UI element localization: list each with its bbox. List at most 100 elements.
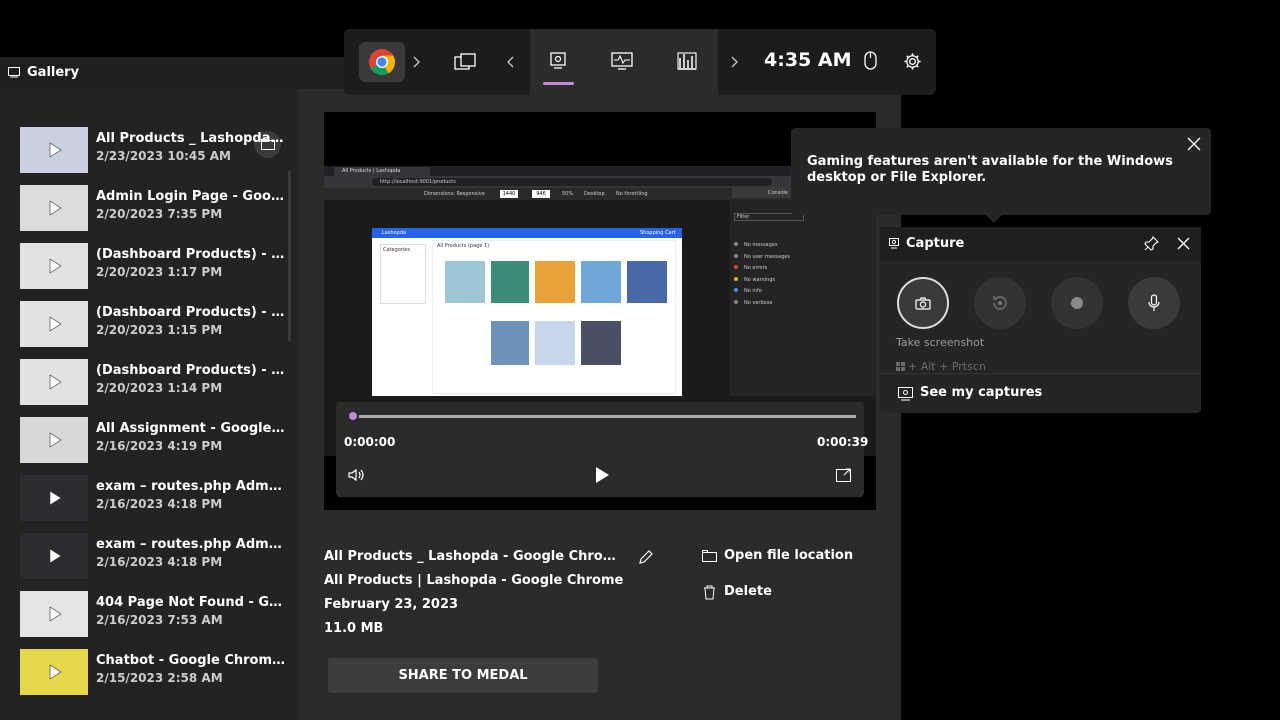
notice-pointer [986, 215, 1002, 223]
zoom-label: 50% [562, 191, 574, 197]
dims-label: Dimensions: Responsive [424, 191, 485, 197]
performance-icon[interactable] [611, 52, 633, 70]
site-name: Lashopda [382, 230, 407, 236]
product-image [581, 321, 621, 365]
products-heading: All Products (page 1) [437, 243, 490, 249]
capture-date: 2/20/2023 1:14 PM [96, 381, 223, 395]
height-field: 946 [532, 190, 550, 198]
play-icon [49, 142, 62, 158]
delete-button[interactable]: Delete [700, 583, 780, 603]
category-panel: Categories [380, 244, 426, 304]
console-message-row: No verbose [734, 298, 790, 310]
play-icon [49, 374, 62, 390]
notice-text: Gaming features aren't available for the… [807, 154, 1173, 185]
capture-title: Chatbot - Google Chrome 2... [96, 653, 286, 668]
pin-icon[interactable] [1144, 236, 1159, 251]
trash-icon [704, 585, 715, 600]
gallery-list-item[interactable]: exam – routes.php Administ... 2/16/2023 4… [20, 533, 290, 581]
chrome-app-button[interactable] [359, 42, 405, 82]
chrome-icon [369, 49, 396, 76]
close-icon[interactable] [1177, 237, 1190, 250]
capture-list-panel: All Products _ Lashopda - G... 2/23/2023 … [0, 89, 298, 720]
clock: 4:35 AM [764, 49, 852, 71]
chevron-right-icon[interactable] [412, 56, 420, 68]
capture-date: 2/16/2023 4:19 PM [96, 439, 223, 453]
fullscreen-icon[interactable] [836, 468, 852, 482]
product-image [491, 261, 529, 303]
browser-address-bar: http://localhost:9001/products [324, 176, 792, 188]
gallery-list-item[interactable]: (Dashboard Products) - Goo... 2/20/2023 1… [20, 301, 290, 349]
gallery-list-item[interactable]: Admin Login Page - Google... 2/20/2023 7:… [20, 185, 290, 233]
chevron-left-icon[interactable] [507, 56, 515, 68]
gear-icon[interactable] [903, 52, 922, 71]
see-my-captures-button[interactable]: See my captures [880, 373, 1201, 413]
console-messages: No messages No user messages No errors No w… [734, 240, 790, 309]
gallery-list-item[interactable]: 404 Page Not Found - Googl... 2/16/2023 7… [20, 591, 290, 639]
site-header: Lashopda Shopping Cart (4) [372, 228, 682, 246]
game-bar-toolbar: 4:35 AM [344, 29, 936, 95]
seek-bar[interactable] [350, 415, 856, 418]
capture-title: All Products _ Lashopda - G... [96, 131, 286, 146]
folder-icon [702, 550, 717, 562]
console-level-icon [734, 299, 738, 304]
gallery-icon [8, 67, 20, 78]
device-toolbar: Dimensions: Responsive 1440 946 50% Desk… [324, 188, 792, 200]
rename-pencil-icon[interactable] [638, 549, 654, 565]
gallery-icon [898, 387, 913, 401]
capture-date: 2/16/2023 7:53 AM [96, 613, 223, 627]
record-last-button[interactable] [974, 277, 1026, 329]
windows-logo-icon [896, 362, 905, 371]
volume-icon[interactable] [348, 468, 366, 482]
gallery-list-item[interactable]: All Assignment - Google Ch... 2/16/2023 4… [20, 417, 290, 465]
console-level-icon [734, 265, 738, 269]
gallery-list-item[interactable]: (Dashboard Products) - Goo... 2/20/2023 1… [20, 243, 290, 291]
resources-chart-icon[interactable] [677, 52, 697, 70]
capture-date: 2/23/2023 10:45 AM [96, 149, 231, 163]
capture-title: (Dashboard Products) - Goo... [96, 247, 286, 262]
capture-widget-icon[interactable] [550, 52, 566, 70]
play-icon [49, 432, 62, 448]
widget-menu-icon[interactable] [454, 53, 476, 71]
seek-handle[interactable] [347, 410, 359, 422]
capture-thumbnail [20, 243, 88, 289]
url-field: http://localhost:9001/products [372, 178, 772, 186]
take-screenshot-tooltip: Take screenshot [896, 336, 985, 349]
see-my-captures-label: See my captures [920, 385, 1043, 400]
play-icon[interactable] [594, 466, 610, 484]
console-level-icon [734, 276, 738, 281]
take-screenshot-button[interactable] [897, 277, 949, 329]
microphone-button[interactable] [1128, 277, 1180, 329]
console-message-label: No errors [744, 265, 768, 271]
record-dot-icon [1071, 297, 1083, 309]
gallery-window: Gallery All Products _ Lashopda - G... 2/… [0, 57, 901, 720]
console-message-row: No errors [734, 263, 790, 275]
gallery-list-item[interactable]: Chatbot - Google Chrome 2... 2/15/2023 2:… [20, 649, 290, 697]
capture-widget-icon [889, 238, 899, 249]
console-message-row: No user messages [734, 252, 790, 264]
capture-title: (Dashboard Products) - Goo... [96, 305, 286, 320]
product-image [445, 261, 485, 303]
console-message-row: No warnings [734, 275, 790, 287]
share-to-medal-button[interactable]: SHARE TO MEDAL [328, 658, 598, 693]
device-label: Desktop [584, 191, 605, 197]
capture-filename: All Products _ Lashopda - Google Chrome … [324, 549, 624, 564]
capture-title: Capture [906, 236, 965, 251]
close-icon[interactable] [1187, 137, 1201, 151]
play-icon [49, 200, 62, 216]
play-icon [49, 258, 62, 274]
mouse-icon[interactable] [864, 51, 877, 70]
chevron-right-icon[interactable] [730, 56, 738, 68]
capture-title: (Dashboard Products) - Goo... [96, 363, 286, 378]
capture-thumbnail [20, 591, 88, 637]
start-recording-button[interactable] [1051, 277, 1103, 329]
product-area: All Products (page 1) [432, 240, 676, 394]
gallery-list-item[interactable]: exam – routes.php Administ... 2/16/2023 4… [20, 475, 290, 523]
capture-date: 2/15/2023 2:58 AM [96, 671, 223, 685]
capture-date: 2/20/2023 7:35 PM [96, 207, 223, 221]
capture-size: 11.0 MB [324, 621, 384, 636]
console-message-label: No info [744, 288, 762, 294]
gallery-list-item[interactable]: (Dashboard Products) - Goo... 2/20/2023 1… [20, 359, 290, 407]
camera-icon [915, 296, 931, 310]
webpage-preview: Lashopda Shopping Cart (4) Categories Al… [372, 228, 682, 396]
gallery-list-item[interactable]: All Products _ Lashopda - G... 2/23/2023 … [20, 127, 290, 175]
